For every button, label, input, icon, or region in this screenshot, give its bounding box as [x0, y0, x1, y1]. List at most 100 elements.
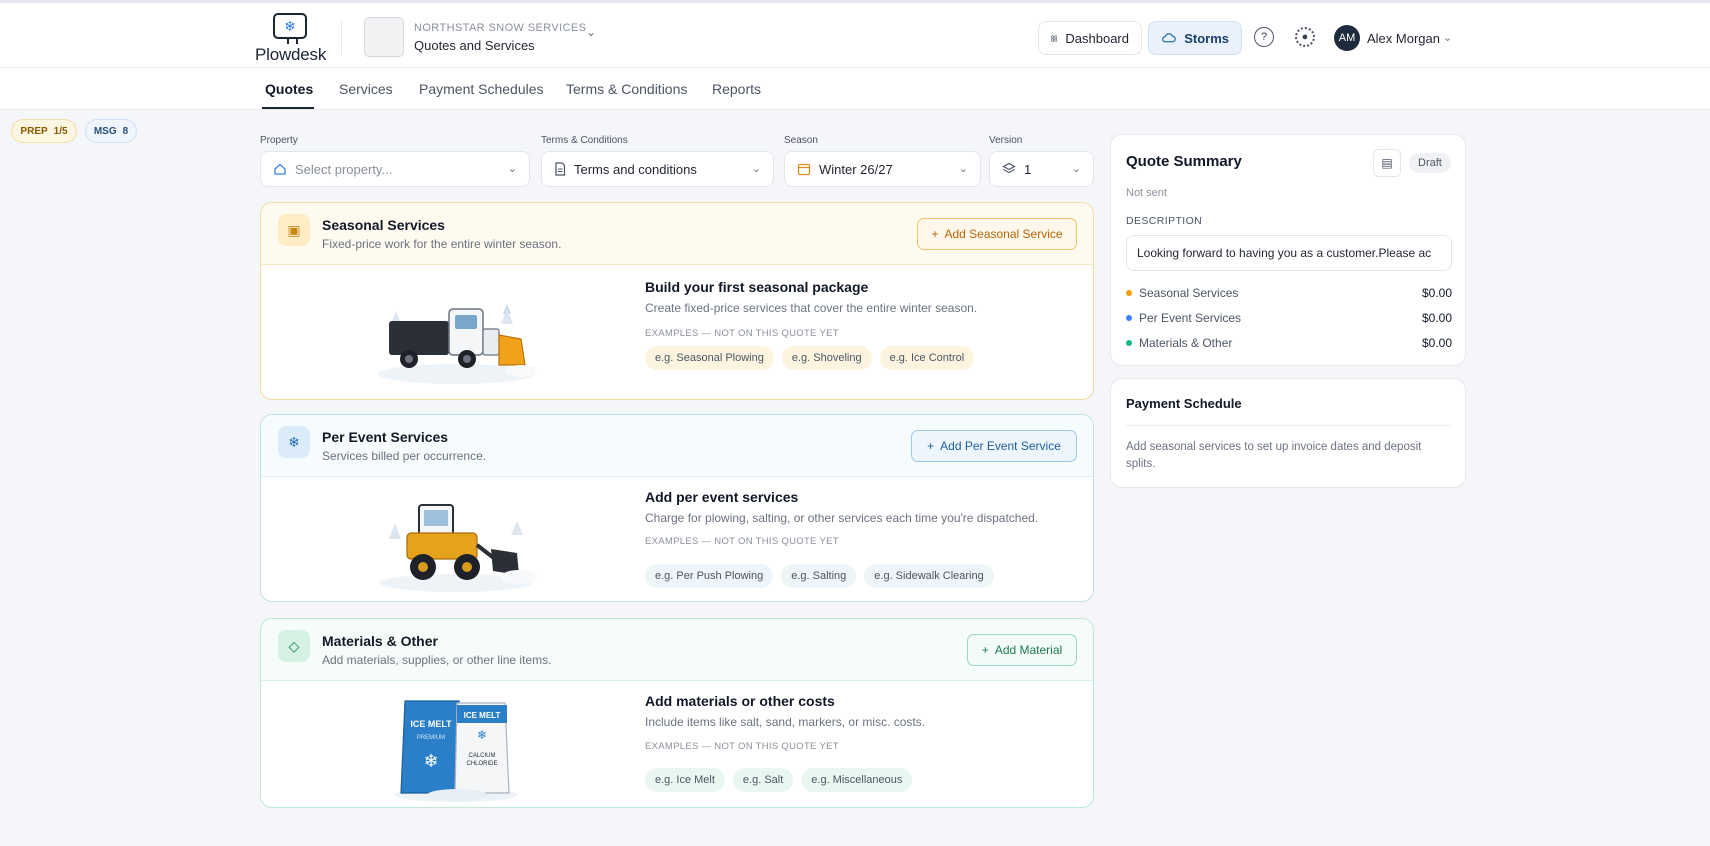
add-material-button[interactable]: + Add Material [967, 634, 1077, 666]
snowflake-icon: ❄ [423, 751, 438, 772]
chevron-down-icon: ⌄ [1071, 163, 1081, 175]
summary-row-label: Materials & Other [1139, 336, 1233, 350]
add-per-event-service-button[interactable]: + Add Per Event Service [911, 430, 1077, 462]
calendar-icon [797, 163, 811, 176]
materials-other-section: ◇ Materials & Other Add materials, suppl… [260, 618, 1094, 808]
tab-reports[interactable]: Reports [712, 81, 761, 97]
payment-schedule-title: Payment Schedule [1126, 396, 1242, 411]
example-chip: e.g. Sidewalk Clearing [864, 564, 994, 588]
status-dot [1126, 340, 1132, 346]
summary-row-label: Seasonal Services [1139, 286, 1239, 300]
company-logo-placeholder[interactable] [364, 17, 404, 57]
company-page-title[interactable]: Quotes and Services [414, 38, 535, 53]
grid-icon [1051, 34, 1058, 42]
payment-schedule-text: Add seasonal services to set up invoice … [1126, 441, 1422, 470]
property-label: Property [260, 135, 298, 146]
description-field[interactable]: Looking forward to having you as a custo… [1126, 235, 1452, 271]
avatar[interactable]: AM [1334, 25, 1360, 51]
materials-other-header: ◇ Materials & Other Add materials, suppl… [261, 619, 1093, 681]
status-dot [1126, 315, 1132, 321]
msg-tag: MSG [93, 125, 117, 137]
per-event-services-section: ❄ Per Event Services Services billed per… [260, 414, 1094, 602]
app-logo[interactable]: ❄ Plowdesk [255, 13, 327, 65]
msg-badge[interactable]: MSG 8 [85, 119, 137, 143]
summary-row-per-event: Per Event Services $0.00 [1126, 311, 1452, 325]
tab-services[interactable]: Services [339, 81, 393, 97]
chevron-down-icon: ⌄ [958, 163, 968, 175]
company-name[interactable]: NORTHSTAR SNOW SERVICES [414, 22, 586, 34]
summary-row-label: Per Event Services [1139, 311, 1242, 325]
add-seasonal-service-button[interactable]: + Add Seasonal Service [917, 218, 1077, 250]
empty-state-heading: Add materials or other costs [645, 693, 835, 709]
season-select[interactable]: Winter 26/27 ⌄ [784, 151, 981, 187]
app-name: Plowdesk [255, 45, 327, 64]
tab-bar: Quotes Services Payment Schedules Terms … [0, 68, 1710, 110]
snowplow-truck-illustration [378, 304, 537, 384]
summary-row-seasonal: Seasonal Services $0.00 [1126, 286, 1452, 300]
tab-quotes[interactable]: Quotes [265, 81, 313, 97]
section-title: Materials & Other [322, 633, 438, 649]
version-select[interactable]: 1 ⌄ [989, 151, 1094, 187]
bag-left-subtitle: PREMIUM [417, 735, 445, 741]
user-name[interactable]: Alex Morgan [1367, 31, 1440, 46]
version-label: Version [989, 135, 1023, 146]
empty-state-text: Charge for plowing, salting, or other se… [645, 511, 1039, 525]
empty-state-text: Create fixed-price services that cover t… [645, 301, 978, 315]
calendar-icon: ▣ [278, 214, 310, 246]
ice-melt-bags-illustration: ICE MELT PREMIUM ❄ ICE MELT ❄ CALCIUM CH… [394, 700, 518, 802]
button-label: Add Seasonal Service [944, 227, 1063, 241]
storms-button[interactable]: Storms [1148, 21, 1242, 55]
wheel-loader-illustration [380, 504, 537, 592]
examples-label: EXAMPLES — NOT ON THIS QUOTE YET [645, 741, 839, 752]
empty-state-heading: Add per event services [645, 489, 799, 505]
dashboard-button[interactable]: Dashboard [1038, 21, 1142, 55]
gear-icon[interactable]: ● [1295, 27, 1315, 47]
summary-row-amount: $0.00 [1421, 336, 1452, 350]
quote-summary-title: Quote Summary [1126, 153, 1242, 170]
chevron-down-icon: ⌄ [751, 163, 761, 175]
chevron-down-icon[interactable]: ⌄ [586, 25, 596, 39]
msg-value: 8 [122, 125, 129, 137]
example-chip: e.g. Salting [781, 564, 857, 588]
document-icon [555, 162, 566, 176]
empty-state-text: Include items like salt, sand, markers, … [645, 715, 926, 729]
chevron-down-icon: ⌄ [507, 163, 517, 175]
tab-payment-schedules[interactable]: Payment Schedules [419, 81, 544, 97]
monitor-snowflake-icon: ❄ [273, 13, 307, 44]
section-subtitle: Services billed per occurrence. [322, 449, 487, 463]
tag-icon: ◇ [278, 630, 310, 662]
example-chips: e.g. Seasonal Plowing e.g. Shoveling e.g… [645, 346, 975, 370]
plus-icon: + [927, 439, 935, 453]
bag-left-title: ICE MELT [410, 719, 452, 729]
tab-terms-conditions[interactable]: Terms & Conditions [566, 81, 687, 97]
section-title: Per Event Services [322, 429, 449, 445]
payment-schedule-card: Payment Schedule Add seasonal services t… [1110, 378, 1466, 488]
example-chips: e.g. Per Push Plowing e.g. Salting e.g. … [645, 564, 994, 588]
chevron-down-icon[interactable]: ⌄ [1443, 31, 1452, 44]
send-status: Not sent [1126, 187, 1167, 199]
description-label: DESCRIPTION [1126, 215, 1203, 227]
quote-summary-card: Quote Summary ▤ Draft Not sent DESCRIPTI… [1110, 134, 1466, 366]
terms-select[interactable]: Terms and conditions ⌄ [541, 151, 774, 187]
example-chip: e.g. Per Push Plowing [645, 564, 774, 588]
property-placeholder: Select property... [295, 161, 393, 177]
property-select[interactable]: Select property... ⌄ [260, 151, 530, 187]
divider [1126, 425, 1452, 426]
example-chip: e.g. Seasonal Plowing [645, 346, 774, 370]
examples-label: EXAMPLES — NOT ON THIS QUOTE YET [645, 328, 839, 339]
examples-label: EXAMPLES — NOT ON THIS QUOTE YET [645, 536, 839, 547]
plus-icon: + [931, 227, 939, 241]
dashboard-label: Dashboard [1065, 30, 1129, 46]
example-chip: e.g. Miscellaneous [801, 768, 913, 792]
button-label: Add Material [994, 643, 1063, 657]
season-label: Season [784, 135, 818, 146]
prep-badge[interactable]: PREP 1/5 [11, 119, 77, 143]
status-badge: Draft [1409, 153, 1451, 173]
document-icon[interactable]: ▤ [1373, 149, 1401, 177]
section-title: Seasonal Services [322, 217, 445, 233]
home-icon [274, 163, 286, 175]
terms-value: Terms and conditions [574, 161, 697, 177]
example-chips: e.g. Ice Melt e.g. Salt e.g. Miscellaneo… [645, 768, 913, 792]
version-value: 1 [1024, 161, 1032, 177]
help-icon[interactable]: ? [1254, 27, 1274, 47]
